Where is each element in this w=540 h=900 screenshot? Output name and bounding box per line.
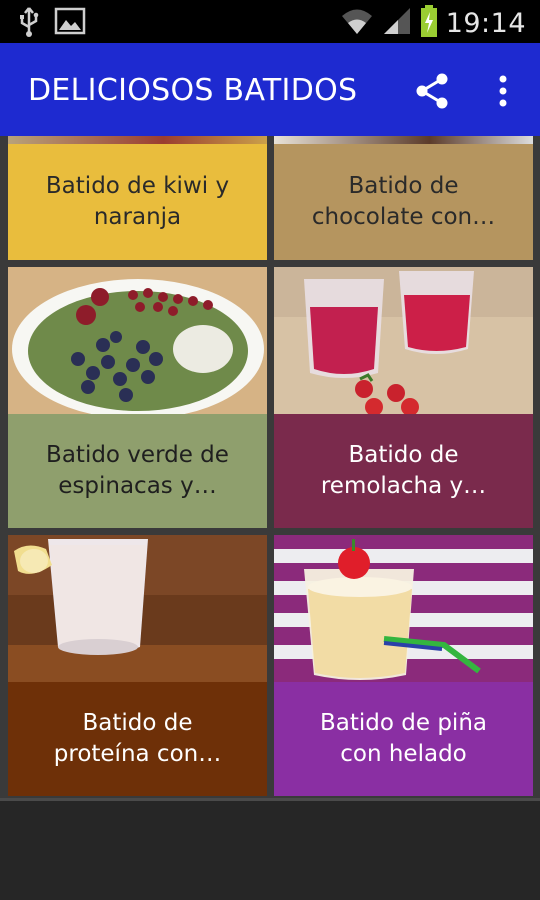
recipe-card[interactable]: Batido de piña con helado xyxy=(274,535,533,796)
recipe-caption: Batido verde de espinacas y… xyxy=(46,442,229,499)
recipe-photo xyxy=(8,535,267,682)
more-vert-icon xyxy=(499,75,507,107)
recipe-caption: Batido de kiwi y naranja xyxy=(45,173,230,230)
recipe-caption: Batido de chocolate con… xyxy=(311,173,496,230)
usb-icon xyxy=(18,6,40,42)
status-bar: 19:14 xyxy=(0,0,540,43)
recipe-photo xyxy=(274,267,533,416)
recipe-card[interactable]: Batido de remolacha y… xyxy=(274,267,533,528)
recipe-photo xyxy=(274,535,533,682)
divider xyxy=(0,798,540,801)
wifi-icon xyxy=(340,6,374,40)
image-icon xyxy=(54,6,86,42)
recipe-card[interactable]: Batido verde de espinacas y… xyxy=(8,267,267,528)
share-button[interactable] xyxy=(412,71,452,111)
recipe-caption: Batido de remolacha y… xyxy=(320,442,487,499)
app-title: DELICIOSOS BATIDOS xyxy=(28,73,358,108)
overflow-menu-button[interactable] xyxy=(488,71,518,111)
recipe-photo xyxy=(274,136,533,144)
share-icon xyxy=(416,73,448,109)
recipe-caption: Batido de piña con helado xyxy=(320,710,487,767)
recipe-card[interactable]: Batido de proteína con… xyxy=(8,535,267,796)
recipe-grid: Batido de kiwi y naranja Batido de chocola… xyxy=(0,136,540,798)
recipe-card[interactable]: Batido de chocolate con… xyxy=(274,136,533,260)
recipe-photo xyxy=(8,136,267,144)
battery-charging-icon xyxy=(420,4,438,42)
clock-time: 19:14 xyxy=(445,7,526,39)
signal-icon xyxy=(382,6,412,40)
recipe-caption: Batido de proteína con… xyxy=(53,710,222,767)
recipe-photo xyxy=(8,267,267,419)
app-bar: DELICIOSOS BATIDOS xyxy=(0,43,540,136)
recipe-card[interactable]: Batido de kiwi y naranja xyxy=(8,136,267,260)
